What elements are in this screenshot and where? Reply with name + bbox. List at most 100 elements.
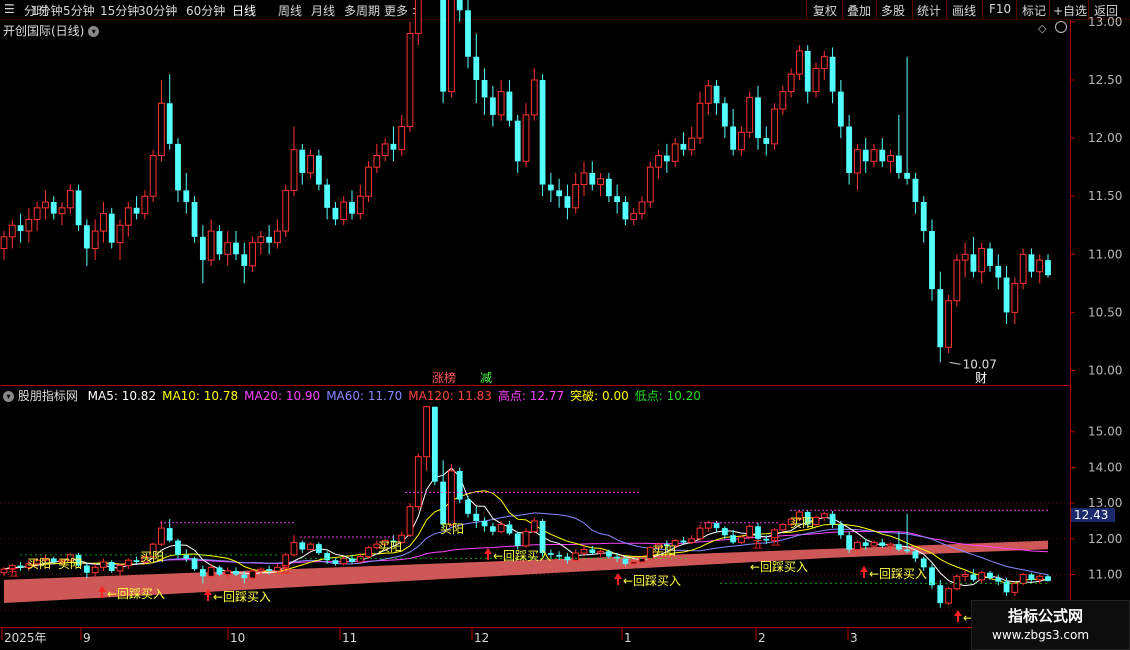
main-candle xyxy=(755,97,761,139)
indicator-value: 高点: 12.77 xyxy=(497,389,565,403)
main-candle xyxy=(920,202,927,232)
main-candle xyxy=(829,56,836,92)
ind-candle xyxy=(763,538,770,541)
ind-candle xyxy=(995,578,1002,582)
main-candle xyxy=(580,172,588,186)
chevron-down-icon[interactable]: ▾ xyxy=(88,26,100,37)
ind-candle xyxy=(738,536,745,543)
main-candle xyxy=(290,149,298,191)
main-candle xyxy=(33,207,41,220)
ind-candle xyxy=(191,558,198,570)
ind-candle xyxy=(324,553,331,561)
ind-candle xyxy=(108,562,115,571)
ind-candle xyxy=(1011,582,1019,593)
main-candle xyxy=(646,166,654,203)
ind-candle xyxy=(133,560,140,563)
ind-candle xyxy=(124,559,132,567)
main-candle xyxy=(183,190,190,203)
main-candle xyxy=(779,91,787,110)
main-candle xyxy=(763,138,770,144)
date-label: 11 xyxy=(342,631,357,645)
ind-candle xyxy=(904,549,911,552)
ind-candle xyxy=(497,524,505,533)
main-candle xyxy=(83,225,90,249)
main-candle xyxy=(589,172,596,185)
main-candle xyxy=(514,120,521,162)
main-candle xyxy=(556,190,563,197)
main-candle xyxy=(929,231,935,290)
low-price-label: 10.07 xyxy=(963,357,997,371)
ind-candle xyxy=(854,541,861,551)
main-candle xyxy=(75,190,82,226)
main-candle xyxy=(497,91,505,116)
ind-candle xyxy=(696,527,704,540)
ind-candle xyxy=(638,557,646,563)
date-label: 2 xyxy=(758,631,766,645)
indicator-name[interactable]: 股朋指标网 xyxy=(18,389,78,403)
ind-candle xyxy=(183,554,190,559)
ind-candle xyxy=(0,568,8,574)
main-candle xyxy=(680,143,687,150)
circle-icon[interactable] xyxy=(1055,21,1067,33)
y-tick-label: 10.50 xyxy=(1088,305,1122,319)
indicator-value: MA5: 10.82 xyxy=(87,389,157,403)
main-candle xyxy=(614,196,621,203)
pullback-buy-label: ←回踩买入 xyxy=(493,549,551,563)
chevron-down-icon[interactable]: ▾ xyxy=(3,391,14,402)
main-candle xyxy=(605,178,612,197)
ind-candle xyxy=(622,558,629,564)
main-candle xyxy=(266,236,273,243)
main-candle xyxy=(141,195,149,215)
indicator-value: MA20: 10.90 xyxy=(244,389,321,403)
main-candle xyxy=(597,178,604,186)
ind-candle xyxy=(290,541,298,556)
ind-candle xyxy=(680,540,687,543)
main-candle xyxy=(655,155,662,168)
ind-candle xyxy=(895,544,902,550)
main-candle xyxy=(149,155,157,197)
main-candle xyxy=(506,91,513,121)
ind-candle xyxy=(249,570,256,579)
ind-candle xyxy=(961,574,969,577)
main-candle xyxy=(1036,259,1044,273)
main-candle xyxy=(58,207,66,215)
y-tick-label: 12.00 xyxy=(1088,532,1122,546)
main-candle xyxy=(274,230,281,244)
ind-candle xyxy=(266,569,273,571)
main-candle xyxy=(787,73,795,93)
ind-candle xyxy=(605,551,612,557)
main-candle xyxy=(241,254,248,266)
main-candle xyxy=(671,143,679,162)
ind-candle xyxy=(224,570,232,575)
main-candle xyxy=(324,184,331,208)
pullback-buy-label: ←回踩买入 xyxy=(623,574,681,588)
main-candle xyxy=(522,114,530,162)
watermark-url: www.zbgs3.com xyxy=(992,628,1090,642)
pullback-buy-label: ←回踩买入 xyxy=(213,590,271,604)
wu-marker: 五 xyxy=(752,538,763,551)
watermark-title: 指标公式网 xyxy=(1008,607,1084,625)
main-candle xyxy=(804,50,811,92)
main-candle xyxy=(961,253,969,261)
ind-candle xyxy=(241,574,248,579)
main-candle xyxy=(862,149,869,162)
main-candle xyxy=(870,149,878,162)
ind-candle xyxy=(522,531,530,547)
ind-candle xyxy=(216,567,223,575)
main-candle xyxy=(381,143,389,157)
main-candle xyxy=(837,91,844,127)
ind-candle xyxy=(158,527,165,545)
ind-candle xyxy=(473,513,480,521)
main-candle xyxy=(945,300,952,348)
main-candle xyxy=(970,254,977,272)
main-candle xyxy=(398,125,406,151)
main-candle xyxy=(191,202,198,237)
ind-candle xyxy=(175,540,181,555)
main-candle xyxy=(91,230,99,249)
diamond-icon[interactable]: ◇ xyxy=(1038,22,1046,35)
ind-candle xyxy=(307,543,314,551)
indicator-values: MA5: 10.82 MA10: 10.78 MA20: 10.90 MA60: 11… xyxy=(82,389,701,403)
ind-candle xyxy=(987,572,993,579)
main-candle xyxy=(820,56,828,69)
ind-candle xyxy=(448,470,455,526)
